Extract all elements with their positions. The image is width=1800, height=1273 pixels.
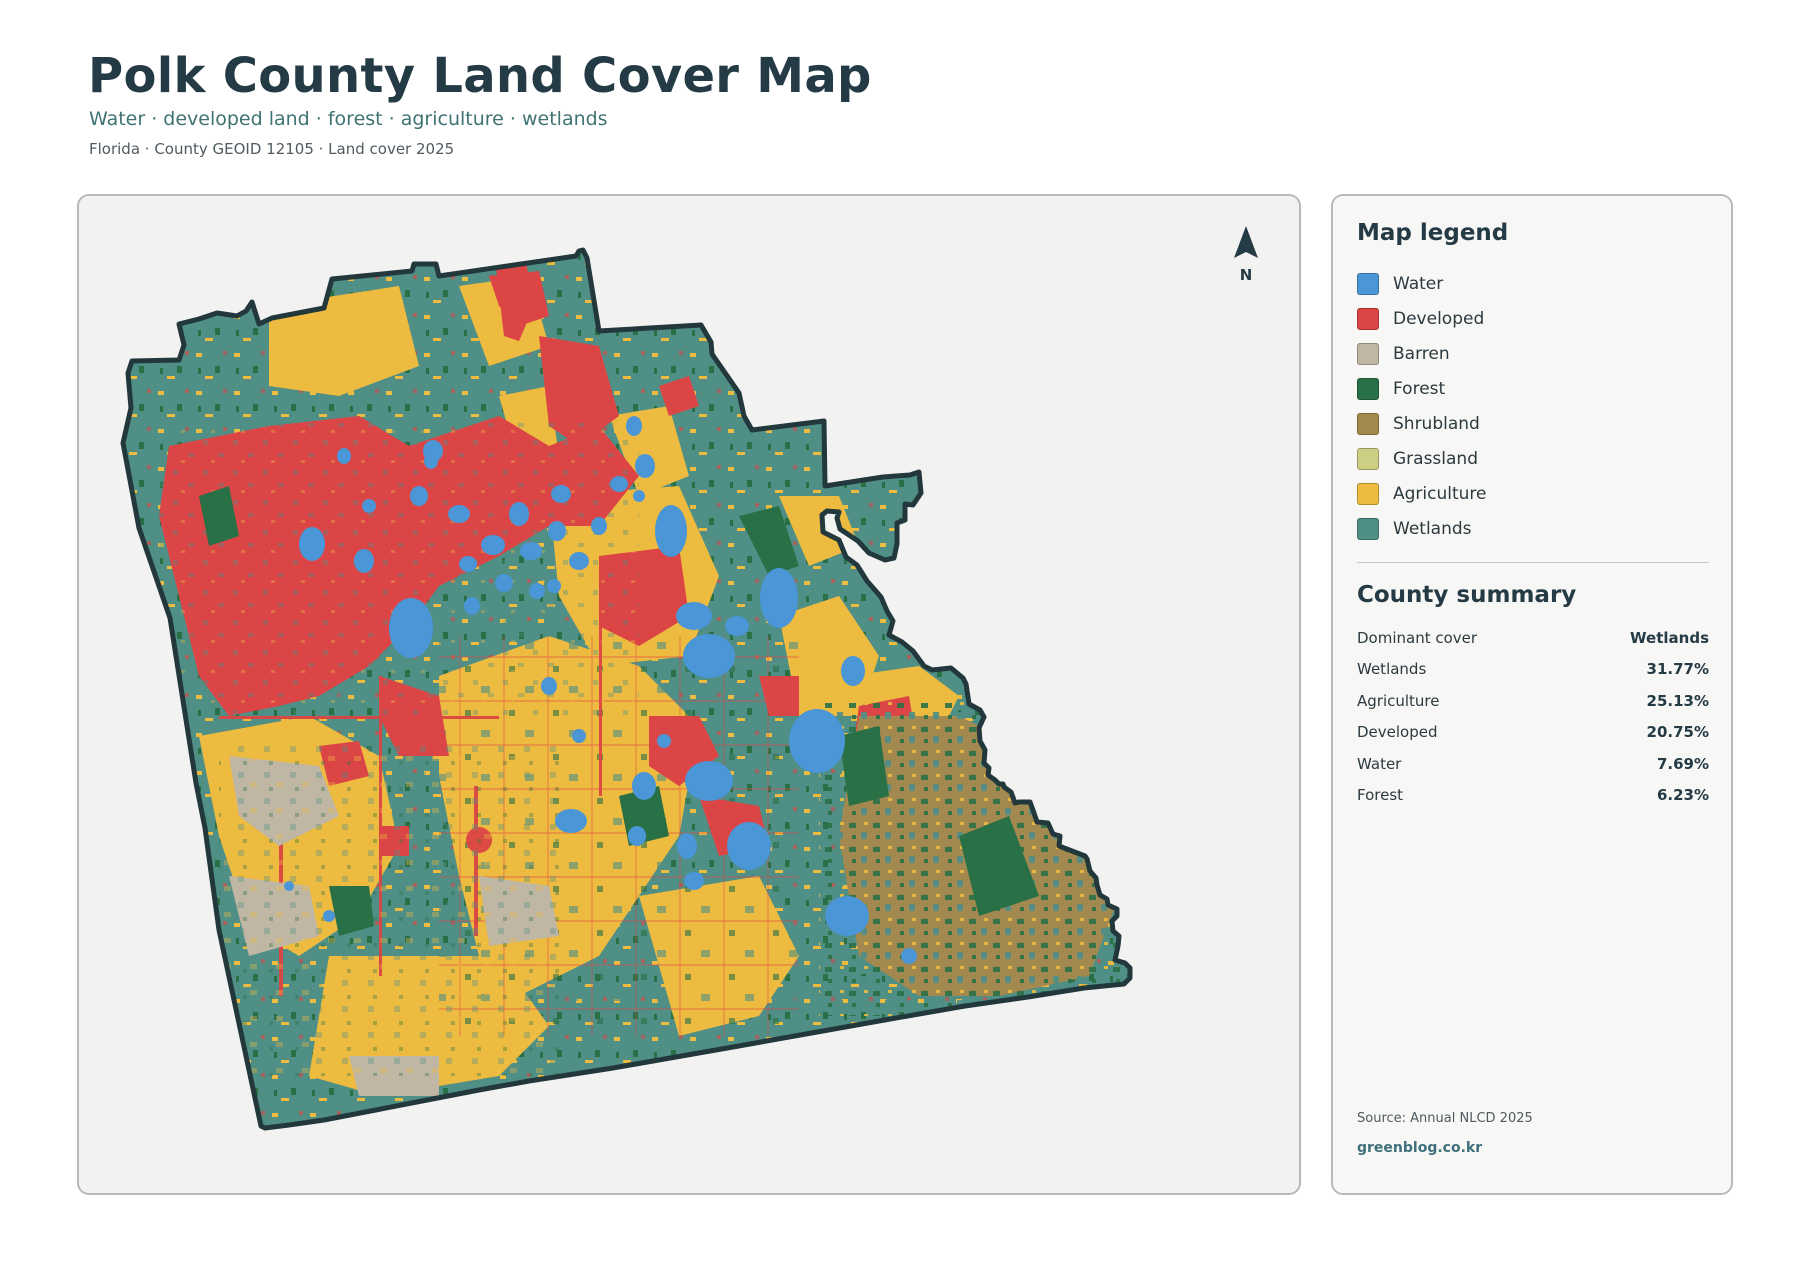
legend-swatch <box>1357 517 1379 540</box>
summary-value: 31.77% <box>1646 660 1709 679</box>
legend-swatch <box>1357 272 1379 295</box>
summary-row: Developed 20.75% <box>1357 717 1709 749</box>
north-label: N <box>1240 266 1253 284</box>
divider <box>1357 562 1709 563</box>
legend-label: Water <box>1393 273 1444 294</box>
page-meta: Florida · County GEOID 12105 · Land cove… <box>89 140 455 158</box>
legend-swatch <box>1357 307 1379 330</box>
legend-item-grassland: Grassland <box>1357 441 1707 476</box>
legend-swatch <box>1357 412 1379 435</box>
summary-row: Wetlands 31.77% <box>1357 654 1709 686</box>
summary-table: Dominant cover Wetlands Wetlands 31.77% Agri… <box>1357 622 1709 811</box>
legend-item-developed: Developed <box>1357 301 1707 336</box>
legend-swatch <box>1357 482 1379 505</box>
legend-item-water: Water <box>1357 266 1707 301</box>
legend-label: Barren <box>1393 343 1450 364</box>
summary-value: 6.23% <box>1656 786 1709 805</box>
legend-title: Map legend <box>1357 220 1509 246</box>
legend-list: Water Developed Barren Forest Shrubland Grass… <box>1357 266 1707 546</box>
summary-label: Forest <box>1357 786 1404 805</box>
land-cover-map[interactable]: N <box>79 196 1301 1195</box>
land-cover-raster <box>123 250 1130 1128</box>
summary-value: Wetlands <box>1630 628 1709 647</box>
summary-row: Water 7.69% <box>1357 748 1709 780</box>
legend-swatch <box>1357 447 1379 470</box>
legend-panel: Map legend Water Developed Barren Forest Shr… <box>1331 194 1733 1195</box>
summary-row: Dominant cover Wetlands <box>1357 622 1709 654</box>
legend-label: Grassland <box>1393 448 1478 469</box>
legend-item-barren: Barren <box>1357 336 1707 371</box>
legend-label: Developed <box>1393 308 1485 329</box>
legend-swatch <box>1357 342 1379 365</box>
legend-item-shrubland: Shrubland <box>1357 406 1707 441</box>
legend-label: Wetlands <box>1393 518 1472 539</box>
summary-label: Wetlands <box>1357 660 1427 679</box>
map-panel[interactable]: N <box>77 194 1301 1195</box>
page-title: Polk County Land Cover Map <box>88 48 872 104</box>
summary-value: 7.69% <box>1656 754 1709 773</box>
summary-value: 20.75% <box>1646 723 1709 742</box>
legend-label: Forest <box>1393 378 1446 399</box>
summary-title: County summary <box>1357 582 1577 608</box>
legend-item-agriculture: Agriculture <box>1357 476 1707 511</box>
legend-swatch <box>1357 377 1379 400</box>
site-link[interactable]: greenblog.co.kr <box>1357 1140 1482 1156</box>
summary-row: Agriculture 25.13% <box>1357 685 1709 717</box>
summary-value: 25.13% <box>1646 691 1709 710</box>
summary-label: Agriculture <box>1357 691 1440 710</box>
summary-label: Water <box>1357 754 1402 773</box>
legend-label: Shrubland <box>1393 413 1480 434</box>
summary-label: Dominant cover <box>1357 628 1478 647</box>
page-subtitle: Water · developed land · forest · agricu… <box>89 108 608 130</box>
north-arrow-icon: N <box>1234 226 1258 284</box>
summary-row: Forest 6.23% <box>1357 780 1709 812</box>
summary-label: Developed <box>1357 723 1438 742</box>
legend-item-forest: Forest <box>1357 371 1707 406</box>
legend-label: Agriculture <box>1393 483 1487 504</box>
source-note: Source: Annual NLCD 2025 <box>1357 1111 1533 1126</box>
legend-item-wetlands: Wetlands <box>1357 511 1707 546</box>
